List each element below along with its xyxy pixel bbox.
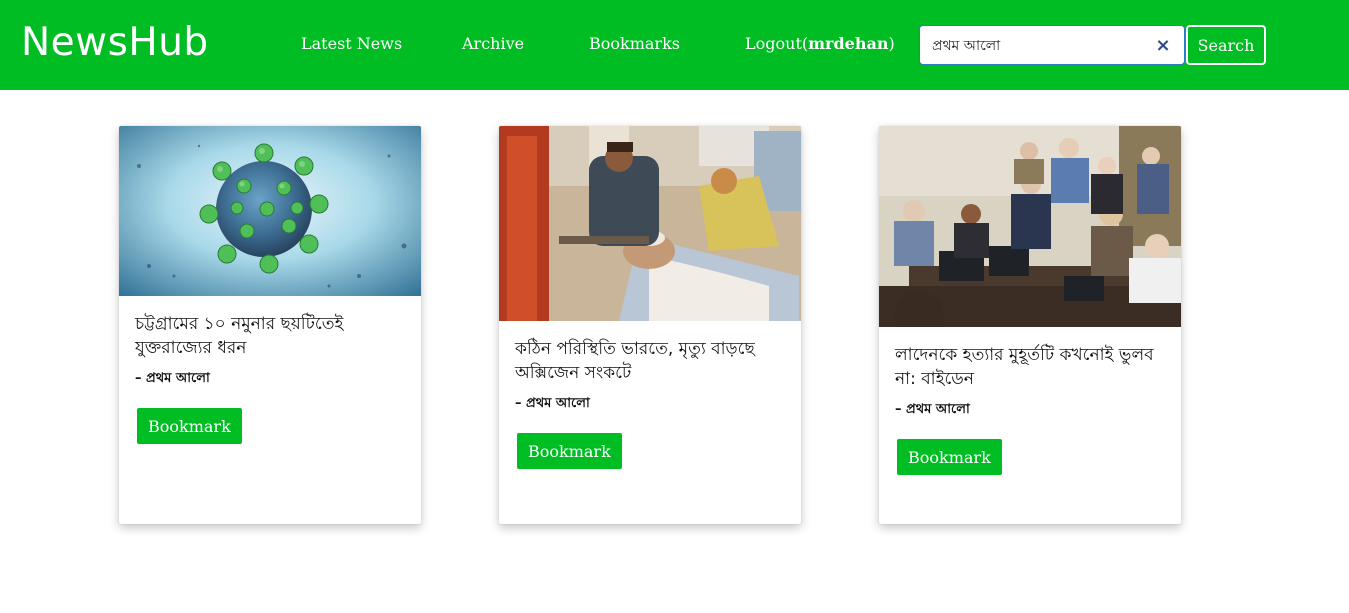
- search-box: ×: [919, 25, 1185, 65]
- article-title[interactable]: কঠিন পরিস্থিতি ভারতে, মৃত্যু বাড়ছে অক্স…: [515, 337, 789, 385]
- situation-room-image[interactable]: [879, 126, 1181, 327]
- bookmark-button[interactable]: Bookmark: [897, 439, 1002, 475]
- logout-label: Logout(: [745, 34, 809, 53]
- logout-suffix: ): [888, 34, 895, 53]
- nav-bookmarks[interactable]: Bookmarks: [589, 34, 680, 53]
- nav-archive[interactable]: Archive: [462, 34, 524, 53]
- username: mrdehan: [808, 34, 889, 53]
- article-source: – প্রথম আলো: [515, 396, 590, 411]
- brand-logo[interactable]: NewsHub: [21, 20, 209, 65]
- card-body: চট্টগ্রামের ১০ নমুনার ছয়টিতেই যুক্তরাজ্…: [135, 312, 409, 390]
- search-input[interactable]: [932, 35, 1152, 57]
- article-title[interactable]: চট্টগ্রামের ১০ নমুনার ছয়টিতেই যুক্তরাজ্…: [135, 312, 409, 360]
- article-source: – প্রথম আলো: [895, 402, 970, 417]
- navbar: NewsHub Latest News Archive Bookmarks Lo…: [0, 0, 1349, 90]
- article-title[interactable]: লাদেনকে হত্যার মুহূর্তটি কখনোই ভুলব না: …: [895, 343, 1169, 391]
- search-button[interactable]: Search: [1186, 25, 1266, 65]
- news-card: চট্টগ্রামের ১০ নমুনার ছয়টিতেই যুক্তরাজ্…: [119, 126, 421, 524]
- article-source: – প্রথম আলো: [135, 371, 210, 386]
- bookmark-button[interactable]: Bookmark: [517, 433, 622, 469]
- coronavirus-image[interactable]: [119, 126, 421, 296]
- hospital-image[interactable]: [499, 126, 801, 321]
- nav-latest-news[interactable]: Latest News: [301, 34, 402, 53]
- news-card: লাদেনকে হত্যার মুহূর্তটি কখনোই ভুলব না: …: [879, 126, 1181, 524]
- card-body: কঠিন পরিস্থিতি ভারতে, মৃত্যু বাড়ছে অক্স…: [515, 337, 789, 415]
- nav-logout[interactable]: Logout(mrdehan): [745, 34, 895, 53]
- news-card: কঠিন পরিস্থিতি ভারতে, মৃত্যু বাড়ছে অক্স…: [499, 126, 801, 524]
- bookmark-button[interactable]: Bookmark: [137, 408, 242, 444]
- close-icon[interactable]: ×: [1154, 35, 1172, 57]
- card-body: লাদেনকে হত্যার মুহূর্তটি কখনোই ভুলব না: …: [895, 343, 1169, 421]
